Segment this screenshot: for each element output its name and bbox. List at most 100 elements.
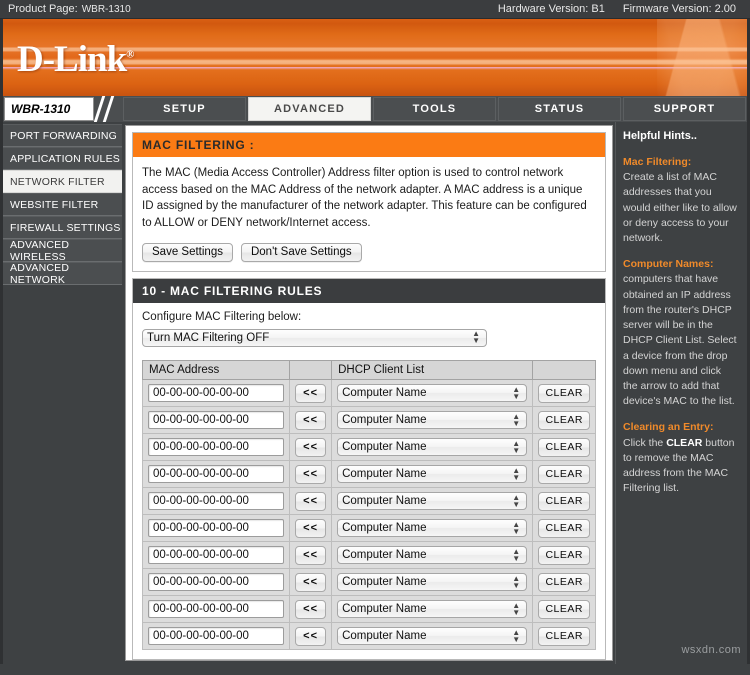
nav-tabs: SETUP ADVANCED TOOLS STATUS SUPPORT <box>120 96 747 122</box>
dhcp-client-select[interactable]: Computer Name <box>337 465 528 484</box>
copy-mac-left-arrow-button[interactable]: << <box>295 410 326 430</box>
mac-address-input[interactable] <box>148 465 284 484</box>
dhcp-client-select-wrapper: Computer Name ▲ ▼ <box>337 626 528 646</box>
cell-clear: CLEAR <box>532 594 596 623</box>
dhcp-client-select[interactable]: Computer Name <box>337 573 528 592</box>
clear-row-button[interactable]: CLEAR <box>538 545 590 565</box>
column-header-arrow <box>289 359 333 380</box>
filter-mode-select-wrapper: Turn MAC Filtering OFF ▲ ▼ <box>142 328 487 347</box>
sidebar-item-network-filter[interactable]: NETWORK FILTER <box>3 170 122 193</box>
dhcp-client-select-wrapper: Computer Name ▲ ▼ <box>337 491 528 511</box>
mac-address-input[interactable] <box>148 546 284 565</box>
filter-mode-select[interactable]: Turn MAC Filtering OFF <box>142 328 487 347</box>
firmware-version-label: Firmware Version: <box>622 3 712 15</box>
clear-row-button[interactable]: CLEAR <box>538 491 590 511</box>
clear-row-button[interactable]: CLEAR <box>538 599 590 619</box>
dhcp-client-select[interactable]: Computer Name <box>337 492 528 511</box>
site-watermark: wsxdn.com <box>681 644 741 657</box>
clear-row-button[interactable]: CLEAR <box>538 572 590 592</box>
cell-mac-address <box>141 567 291 596</box>
copy-mac-left-arrow-button[interactable]: << <box>295 491 326 511</box>
tab-support[interactable]: SUPPORT <box>623 97 746 121</box>
hint-computer-names-title: Computer Names: <box>623 258 714 271</box>
cell-mac-address <box>141 513 291 542</box>
copy-mac-left-arrow-button[interactable]: << <box>295 383 326 403</box>
mac-address-input[interactable] <box>148 627 284 646</box>
sidebar-item-port-forwarding[interactable]: PORT FORWARDING <box>3 124 122 147</box>
copy-mac-left-arrow-button[interactable]: << <box>295 545 326 565</box>
cell-dhcp-client: Computer Name ▲ ▼ <box>331 594 534 623</box>
hints-heading: Helpful Hints.. <box>623 130 697 142</box>
dhcp-client-select-wrapper: Computer Name ▲ ▼ <box>337 599 528 619</box>
tab-status[interactable]: STATUS <box>498 97 621 121</box>
router-model-badge: WBR-1310 <box>4 97 94 121</box>
mac-address-input[interactable] <box>148 573 284 592</box>
table-row: << Computer Name▲▼ CLEAR <box>141 432 596 461</box>
advanced-sidebar: PORT FORWARDING APPLICATION RULES NETWOR… <box>3 122 122 664</box>
mac-filtering-panel-title: MAC FILTERING : <box>133 133 605 157</box>
cell-dhcp-client: Computer Name ▲ ▼ <box>331 432 534 461</box>
mac-address-input[interactable] <box>148 438 284 457</box>
sidebar-item-application-rules[interactable]: APPLICATION RULES <box>3 147 122 170</box>
cell-dhcp-client: Computer Name ▲ ▼ <box>331 513 534 542</box>
mac-address-input[interactable] <box>148 600 284 619</box>
tab-setup[interactable]: SETUP <box>123 97 246 121</box>
cell-dhcp-client: Computer Name ▲ ▼ <box>331 405 534 434</box>
column-header-clear <box>532 359 596 380</box>
cell-mac-address <box>141 621 291 650</box>
hint-clear-bold: CLEAR <box>666 436 703 449</box>
dhcp-client-select[interactable]: Computer Name <box>337 438 528 457</box>
clear-row-button[interactable]: CLEAR <box>538 383 590 403</box>
clear-row-button[interactable]: CLEAR <box>538 518 590 538</box>
column-header-mac-address: MAC Address <box>141 359 291 380</box>
save-settings-button[interactable]: Save Settings <box>142 242 233 262</box>
dhcp-client-select-wrapper: Computer Name ▲ ▼ <box>337 383 528 403</box>
tab-tools[interactable]: TOOLS <box>373 97 496 121</box>
clear-row-button[interactable]: CLEAR <box>538 626 590 646</box>
cell-copy-arrow: << <box>289 621 333 650</box>
dhcp-client-select[interactable]: Computer Name <box>337 546 528 565</box>
copy-mac-left-arrow-button[interactable]: << <box>295 437 326 457</box>
dhcp-client-select[interactable]: Computer Name <box>337 384 528 403</box>
product-page-label: Product Page: <box>8 3 78 15</box>
registered-mark-icon: ® <box>126 48 134 61</box>
sidebar-item-advanced-wireless[interactable]: ADVANCED WIRELESS <box>3 239 122 263</box>
cell-clear: CLEAR <box>532 405 596 434</box>
dhcp-client-select[interactable]: Computer Name <box>337 411 528 430</box>
dont-save-settings-button[interactable]: Don't Save Settings <box>240 242 362 262</box>
mac-address-input[interactable] <box>148 492 284 511</box>
dhcp-client-select[interactable]: Computer Name <box>337 600 528 619</box>
copy-mac-left-arrow-button[interactable]: << <box>295 572 326 592</box>
clear-row-button[interactable]: CLEAR <box>538 410 590 430</box>
copy-mac-left-arrow-button[interactable]: << <box>295 626 326 646</box>
cell-copy-arrow: << <box>289 378 333 407</box>
table-row: << Computer Name▲▼ CLEAR <box>141 567 596 596</box>
rules-panel-title: 10 - MAC FILTERING RULES <box>133 278 605 303</box>
hardware-version-label: Hardware Version: <box>497 3 589 15</box>
dhcp-client-select[interactable]: Computer Name <box>337 627 528 646</box>
dhcp-client-select[interactable]: Computer Name <box>337 519 528 538</box>
brand-banner: D-Link® <box>0 19 750 96</box>
clear-row-button[interactable]: CLEAR <box>538 437 590 457</box>
table-row: << Computer Name▲▼ CLEAR <box>141 486 596 515</box>
copy-mac-left-arrow-button[interactable]: << <box>295 464 326 484</box>
tab-advanced[interactable]: ADVANCED <box>248 97 371 121</box>
firmware-version-value: 2.00 <box>714 3 736 15</box>
main-navigation: WBR-1310 SETUP ADVANCED TOOLS STATUS SUP… <box>0 96 750 122</box>
mac-address-input[interactable] <box>148 411 284 430</box>
hint-computer-names-text: computers that have obtained an IP addre… <box>623 273 737 408</box>
copy-mac-left-arrow-button[interactable]: << <box>295 599 326 619</box>
clear-row-button[interactable]: CLEAR <box>538 464 590 484</box>
sidebar-item-firewall-settings[interactable]: FIREWALL SETTINGS <box>3 216 122 239</box>
table-row: << Computer Name▲▼ CLEAR <box>141 459 596 488</box>
mac-address-input[interactable] <box>148 519 284 538</box>
mac-address-input[interactable] <box>148 384 284 403</box>
table-row: << Computer Name▲▼ CLEAR <box>141 594 596 623</box>
copy-mac-left-arrow-button[interactable]: << <box>295 518 326 538</box>
mac-filtering-rules-table: MAC Address DHCP Client List << Computer … <box>141 359 596 650</box>
sidebar-item-advanced-network[interactable]: ADVANCED NETWORK <box>3 262 122 286</box>
main-content: MAC FILTERING : The MAC (Media Access Co… <box>125 125 613 661</box>
hint-clearing-entry-text: Click the CLEAR button to remove the MAC… <box>623 437 734 495</box>
cell-clear: CLEAR <box>532 621 596 650</box>
sidebar-item-website-filter[interactable]: WEBSITE FILTER <box>3 193 122 216</box>
